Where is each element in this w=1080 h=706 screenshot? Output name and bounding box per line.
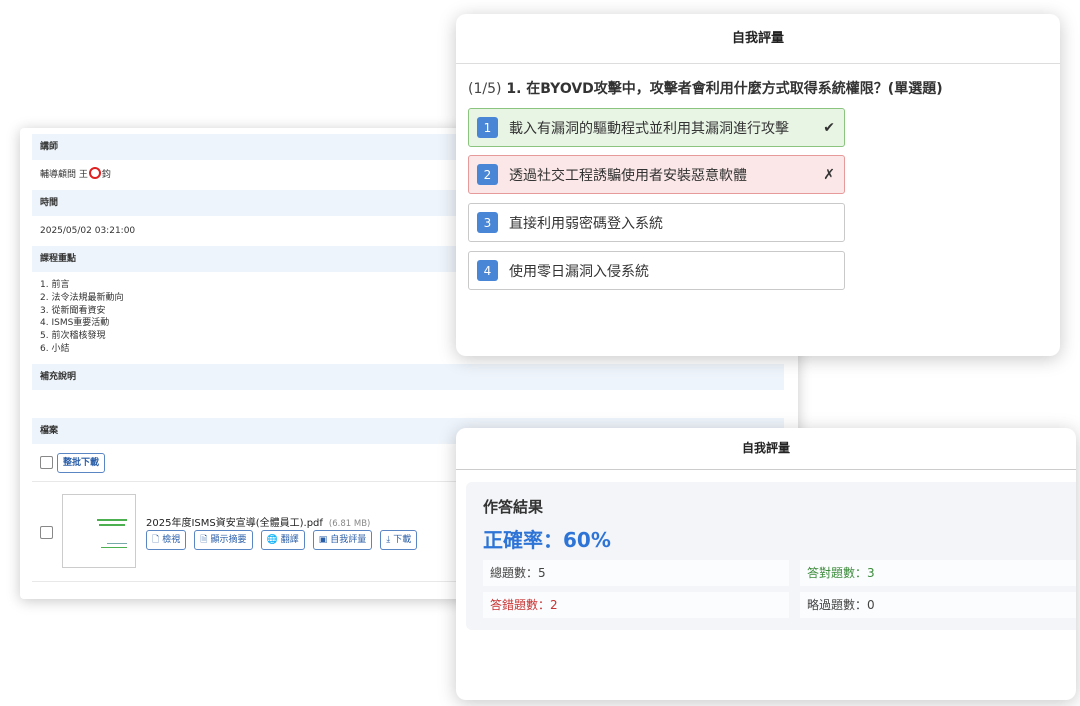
download-icon: ⤓	[386, 535, 391, 545]
select-all-checkbox[interactable]	[40, 456, 53, 469]
download-button-label: 下載	[393, 535, 412, 545]
total-questions: 總題數：5	[483, 560, 789, 586]
file-actions: 🗋 檢視 🗎 顯示摘要 🌐 翻譯 ▣ 自我評量 ⤓ 下載	[146, 530, 418, 550]
notes-header: 補充說明	[32, 364, 784, 390]
instructor-suffix: 鈞	[101, 170, 111, 180]
file-name: 2025年度ISMS資安宣導(全體員工).pdf (6.81 MB)	[146, 514, 370, 529]
self-assessment-button-label: 自我評量	[330, 535, 367, 545]
summary-button-label: 顯示摘要	[210, 535, 247, 545]
question-body: 1. 在BYOVD攻擊中，攻擊者會利用什麼方式取得系統權限？(單選題)	[506, 81, 943, 97]
quiz-card: 自我評量 (1/5) 1. 在BYOVD攻擊中，攻擊者會利用什麼方式取得系統權限…	[456, 14, 1060, 356]
skipped-count: 略過題數：0	[800, 592, 1076, 618]
option-number-badge: 2	[477, 164, 498, 185]
option-text: 載入有漏洞的驅動程式並利用其漏洞進行攻擊	[509, 120, 789, 137]
view-button-label: 檢視	[162, 535, 181, 545]
wrong-count: 答錯題數：2	[483, 592, 789, 618]
accuracy-value: 正確率：60%	[483, 528, 611, 552]
file-size: (6.81 MB)	[328, 519, 371, 529]
option-number-badge: 1	[477, 117, 498, 138]
file-checkbox[interactable]	[40, 526, 53, 539]
file-name-text[interactable]: 2025年度ISMS資安宣導(全體員工).pdf	[146, 518, 323, 529]
globe-icon: 🌐	[266, 535, 278, 545]
option-number-badge: 3	[477, 212, 498, 233]
instructor-prefix: 輔導顧問 王	[40, 170, 88, 180]
correct-count: 答對題數：3	[800, 560, 1076, 586]
option-text: 透過社交工程誘騙使用者安裝惡意軟體	[509, 167, 747, 184]
quiz-option-1[interactable]: 1 載入有漏洞的驅動程式並利用其漏洞進行攻擊 ✔	[468, 108, 845, 147]
file-thumbnail[interactable]	[62, 494, 136, 568]
redaction-circle-icon	[88, 167, 101, 179]
view-button[interactable]: 🗋 檢視	[146, 530, 187, 550]
quiz-option-4[interactable]: 4 使用零日漏洞入侵系統	[468, 251, 845, 290]
option-text: 使用零日漏洞入侵系統	[509, 263, 649, 280]
option-text: 直接利用弱密碼登入系統	[509, 215, 663, 232]
quiz-icon: ▣	[318, 535, 328, 545]
summary-button[interactable]: 🗎 顯示摘要	[194, 530, 253, 550]
file-view-icon: 🗋	[152, 535, 160, 545]
translate-button[interactable]: 🌐 翻譯	[260, 530, 305, 550]
result-card: 自我評量 作答結果 正確率：60% 總題數：5 答對題數：3 答錯題數：2 略過…	[456, 428, 1076, 700]
bulk-download-button[interactable]: 整批下載	[57, 452, 106, 473]
quiz-option-3[interactable]: 3 直接利用弱密碼登入系統	[468, 203, 845, 242]
question-text: (1/5) 1. 在BYOVD攻擊中，攻擊者會利用什麼方式取得系統權限？(單選題…	[468, 78, 943, 98]
cross-icon: ✗	[823, 166, 835, 183]
result-heading: 作答結果	[483, 498, 544, 516]
result-summary: 作答結果 正確率：60% 總題數：5 答對題數：3 答錯題數：2 略過題數：0	[466, 482, 1076, 630]
question-progress: (1/5)	[468, 81, 502, 97]
checkmark-icon: ✔	[823, 119, 835, 136]
self-assessment-button[interactable]: ▣ 自我評量	[312, 530, 373, 550]
quiz-option-2[interactable]: 2 透過社交工程誘騙使用者安裝惡意軟體 ✗	[468, 155, 845, 194]
notes-body	[32, 390, 784, 418]
summary-icon: 🗎	[200, 535, 208, 545]
result-title: 自我評量	[456, 428, 1076, 470]
option-number-badge: 4	[477, 260, 498, 281]
quiz-title: 自我評量	[456, 14, 1060, 64]
download-button[interactable]: ⤓ 下載	[380, 530, 418, 550]
translate-button-label: 翻譯	[280, 535, 299, 545]
